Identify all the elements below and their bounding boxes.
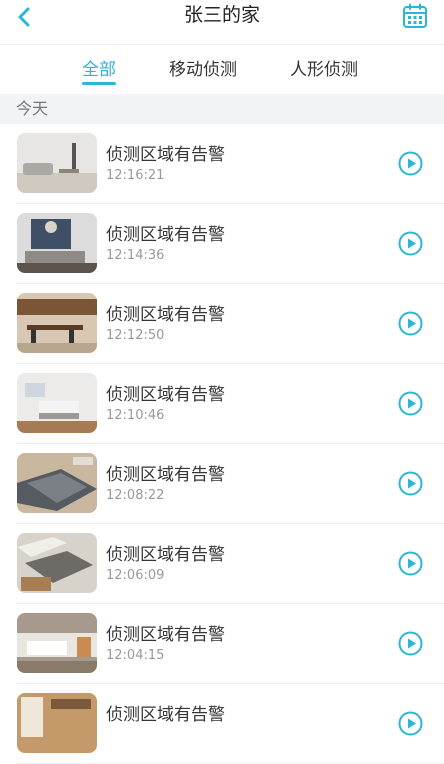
- section-label: 今天: [16, 99, 49, 118]
- event-row[interactable]: 侦测区域有告警 12:14:36: [0, 204, 444, 284]
- play-icon[interactable]: [398, 631, 423, 656]
- page-title: 张三的家: [183, 4, 260, 26]
- event-row[interactable]: 侦测区域有告警 12:12:50: [0, 284, 444, 364]
- tab-human-detection[interactable]: 人形侦测: [290, 59, 358, 81]
- event-title: 侦测区域有告警: [106, 225, 225, 245]
- event-title: 侦测区域有告警: [106, 145, 225, 165]
- event-time: 12:14:36: [106, 248, 165, 263]
- event-time: 12:06:09: [106, 568, 165, 583]
- event-thumbnail[interactable]: [17, 293, 97, 353]
- event-thumbnail[interactable]: [17, 373, 97, 433]
- event-thumbnail[interactable]: [17, 213, 97, 273]
- event-thumbnail[interactable]: [17, 453, 97, 513]
- event-title: 侦测区域有告警: [106, 385, 225, 405]
- event-thumbnail[interactable]: [17, 613, 97, 673]
- event-title: 侦测区域有告警: [106, 305, 225, 325]
- event-thumbnail[interactable]: [17, 533, 97, 593]
- play-icon[interactable]: [398, 391, 423, 416]
- event-thumbnail[interactable]: [17, 693, 97, 753]
- play-icon[interactable]: [398, 151, 423, 176]
- play-icon[interactable]: [398, 311, 423, 336]
- event-row[interactable]: 侦测区域有告警 12:04:15: [0, 604, 444, 684]
- event-time: 12:08:22: [106, 488, 165, 503]
- event-time: 12:12:50: [106, 328, 165, 343]
- active-tab-indicator: [82, 82, 116, 85]
- event-thumbnail[interactable]: [17, 133, 97, 193]
- date-section-header: 今天: [0, 94, 444, 124]
- tab-all[interactable]: 全部: [82, 59, 116, 81]
- play-icon[interactable]: [398, 471, 423, 496]
- event-row[interactable]: 侦测区域有告警 12:08:22: [0, 444, 444, 524]
- event-row[interactable]: 侦测区域有告警 12:10:46: [0, 364, 444, 444]
- event-row[interactable]: 侦测区域有告警 12:06:09: [0, 524, 444, 604]
- event-row[interactable]: 侦测区域有告警 12:16:21: [0, 124, 444, 204]
- top-bar: 张三的家: [0, 0, 444, 44]
- event-row[interactable]: 侦测区域有告警: [0, 684, 444, 764]
- play-icon[interactable]: [398, 231, 423, 256]
- play-icon[interactable]: [398, 551, 423, 576]
- event-time: 12:04:15: [106, 648, 165, 663]
- event-title: 侦测区域有告警: [106, 465, 225, 485]
- event-time: 12:16:21: [106, 168, 165, 183]
- event-time: 12:10:46: [106, 408, 165, 423]
- tab-motion-detection[interactable]: 移动侦测: [169, 59, 237, 81]
- calendar-icon[interactable]: [402, 3, 428, 29]
- play-icon[interactable]: [398, 711, 423, 736]
- filter-tabs: 全部 移动侦测 人形侦测: [0, 44, 444, 95]
- event-title: 侦测区域有告警: [106, 545, 225, 565]
- event-title: 侦测区域有告警: [106, 625, 225, 645]
- event-title: 侦测区域有告警: [106, 705, 225, 725]
